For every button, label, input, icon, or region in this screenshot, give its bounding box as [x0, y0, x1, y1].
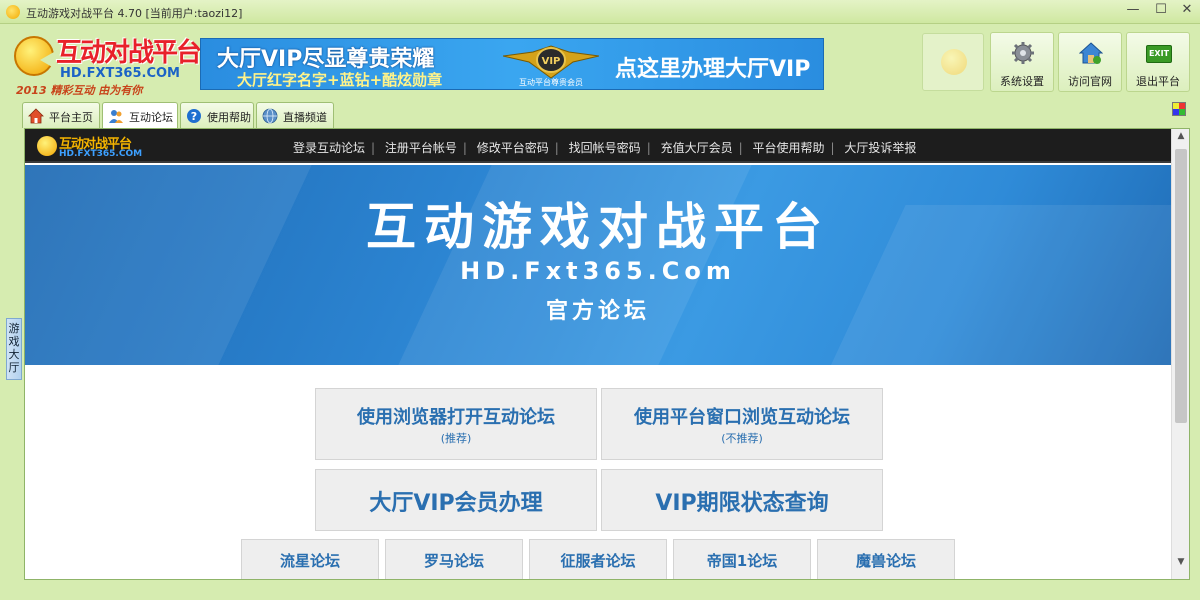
window-title: 互动游戏对战平台 4.70 [当前用户:taozi12] [26, 7, 243, 20]
house-icon [1079, 42, 1103, 64]
nav-logo-url: HD.FXT365.COM [59, 149, 143, 159]
nav-link-register[interactable]: 注册平台帐号 [385, 141, 457, 155]
scroll-thumb[interactable] [1175, 149, 1187, 423]
exit-icon: EXIT [1146, 45, 1172, 63]
title-bar: 互动游戏对战平台 4.70 [当前用户:taozi12] — ☐ ✕ [0, 0, 1200, 24]
game-lobby-side-tab[interactable]: 游戏大厅 [6, 318, 22, 380]
hero-title: 互动游戏对战平台 [366, 198, 830, 256]
help-icon: ? [187, 109, 201, 123]
tab-forum-label: 互动论坛 [129, 111, 173, 124]
visit-website-label: 访问官网 [1068, 75, 1112, 88]
logo-url: HD.FXT365.COM [60, 66, 180, 81]
nav-separator: | [554, 141, 559, 155]
forum-page: 互动对战平台 HD.FXT365.COM 登录互动论坛 | 注册平台帐号 | 修改平… [24, 128, 1190, 580]
mascot-icon [941, 49, 967, 75]
nav-separator: | [371, 141, 376, 155]
browse-in-window-note: (不推荐) [721, 432, 763, 445]
vip-signup-button[interactable]: 大厅VIP会员办理 [315, 469, 597, 531]
mascot-tile [922, 33, 984, 91]
open-in-browser-button[interactable]: 使用浏览器打开互动论坛 (推荐) [315, 388, 597, 460]
vip-signup-label: 大厅VIP会员办理 [369, 491, 543, 516]
exit-platform-button[interactable]: EXIT 退出平台 [1126, 32, 1190, 92]
open-in-browser-note: (推荐) [440, 432, 472, 445]
browse-in-window-label: 使用平台窗口浏览互动论坛 [634, 407, 850, 428]
vip-status-query-button[interactable]: VIP期限状态查询 [601, 469, 883, 531]
globe-icon [262, 108, 278, 124]
exit-platform-label: 退出平台 [1136, 75, 1180, 88]
nav-link-recover-password[interactable]: 找回帐号密码 [569, 141, 641, 155]
tab-help-label: 使用帮助 [207, 111, 251, 124]
nav-link-report[interactable]: 大厅投诉举报 [844, 141, 916, 155]
tab-home-label: 平台主页 [49, 111, 93, 124]
svg-text:?: ? [191, 110, 197, 123]
forum-button-liuxing[interactable]: 流星论坛 [241, 539, 379, 579]
svg-text:VIP: VIP [542, 56, 561, 67]
logo-slogan: 2013 精彩互动 由为有你 [16, 84, 143, 97]
mascot-icon [14, 36, 54, 76]
nav-links: 登录互动论坛 | 注册平台帐号 | 修改平台密码 | 找回帐号密码 | 充值大厅会员 | … [293, 139, 916, 156]
users-icon [109, 110, 123, 123]
visit-website-button[interactable]: 访问官网 [1058, 32, 1122, 92]
vip-banner[interactable]: 大厅VIP尽显尊贵荣耀 大厅红字名字+蓝钻+酷炫勋章 VIP 互动平台尊贵会员 … [200, 38, 824, 90]
platform-logo: 互动对战平台 HD.FXT365.COM 2013 精彩互动 由为有你 [10, 30, 202, 98]
forum-button-luoma[interactable]: 罗马论坛 [385, 539, 523, 579]
close-button[interactable]: ✕ [1172, 0, 1200, 20]
hero-subtitle: 官方论坛 [545, 299, 650, 324]
tab-help[interactable]: ? 使用帮助 [180, 102, 254, 128]
banner-badge-caption: 互动平台尊贵会员 [519, 78, 583, 87]
nav-separator: | [646, 141, 651, 155]
tab-live-label: 直播频道 [283, 111, 327, 124]
forum-button-moshou[interactable]: 魔兽论坛 [817, 539, 955, 579]
forum-button-zhengfuzhe[interactable]: 征服者论坛 [529, 539, 667, 579]
nav-link-recharge-vip[interactable]: 充值大厅会员 [661, 141, 733, 155]
content-scrollbar[interactable]: ▲ ▼ [1171, 129, 1189, 579]
home-icon [28, 108, 44, 124]
forum-button-diguo1[interactable]: 帝国1论坛 [673, 539, 811, 579]
scroll-up-arrow-icon[interactable]: ▲ [1172, 131, 1189, 147]
tab-live[interactable]: 直播频道 [256, 102, 334, 128]
browse-in-window-button[interactable]: 使用平台窗口浏览互动论坛 (不推荐) [601, 388, 883, 460]
nav-link-change-password[interactable]: 修改平台密码 [477, 141, 549, 155]
vip-status-query-label: VIP期限状态查询 [655, 491, 829, 516]
nav-separator: | [462, 141, 467, 155]
window-bottom-border [0, 580, 1200, 600]
open-in-browser-label: 使用浏览器打开互动论坛 [357, 407, 555, 428]
minimize-button[interactable]: — [1118, 0, 1148, 20]
forum-hero-banner: 互动游戏对战平台 HD.Fxt365.Com 官方论坛 [25, 165, 1171, 365]
mascot-icon [37, 136, 57, 156]
scroll-down-arrow-icon[interactable]: ▼ [1172, 557, 1189, 573]
banner-cta[interactable]: 点这里办理大厅VIP [615, 51, 810, 83]
system-settings-label: 系统设置 [1000, 75, 1044, 88]
nav-link-help[interactable]: 平台使用帮助 [752, 141, 824, 155]
nav-link-login[interactable]: 登录互动论坛 [293, 141, 365, 155]
skin-icon[interactable] [1172, 102, 1186, 116]
logo-title: 互动对战平台 [56, 38, 202, 68]
app-icon [6, 5, 20, 19]
tab-forum[interactable]: 互动论坛 [102, 102, 178, 129]
nav-separator: | [738, 141, 743, 155]
nav-separator: | [830, 141, 835, 155]
system-settings-button[interactable]: 系统设置 [990, 32, 1054, 92]
forum-navbar: 互动对战平台 HD.FXT365.COM 登录互动论坛 | 注册平台帐号 | 修改平… [25, 129, 1171, 163]
tab-home[interactable]: 平台主页 [22, 102, 100, 128]
banner-subline: 大厅红字名字+蓝钻+酷炫勋章 [237, 71, 443, 89]
gear-icon [1012, 42, 1034, 64]
hero-url: HD.Fxt365.Com [460, 257, 736, 285]
